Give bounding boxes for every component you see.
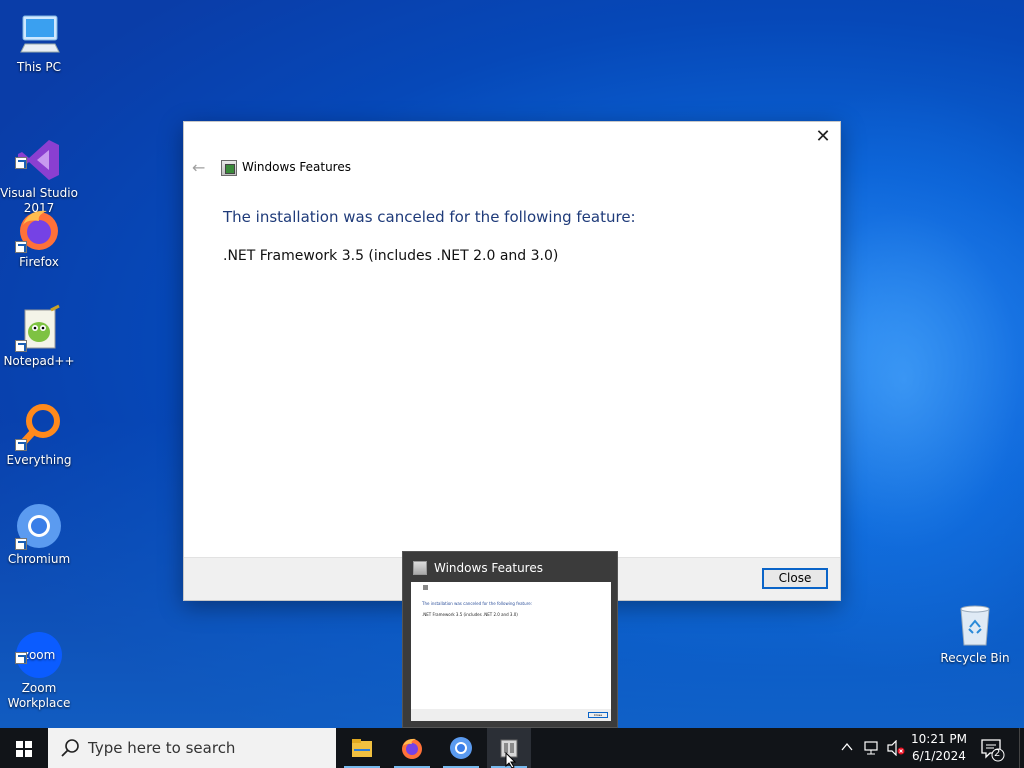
show-hidden-icons[interactable] <box>838 728 856 768</box>
preview-thumbnail: The installation was canceled for the fo… <box>411 593 611 721</box>
close-button[interactable]: Close <box>762 568 828 589</box>
mouse-cursor-icon <box>505 752 517 768</box>
desktop-icon-chromium[interactable]: Chromium <box>0 502 78 567</box>
taskbar-file-explorer[interactable] <box>340 728 384 768</box>
taskbar-chromium[interactable] <box>439 728 483 768</box>
notification-count: 2 <box>994 748 1001 759</box>
action-center-button[interactable]: 2 <box>978 736 1006 762</box>
windows-features-dialog: ✕ ← Windows Features The installation wa… <box>183 121 841 601</box>
desktop-icon-label: Firefox <box>19 255 59 269</box>
firefox-icon <box>15 205 63 253</box>
file-explorer-icon <box>352 739 372 757</box>
recycle-bin-icon <box>951 601 999 649</box>
system-clock[interactable]: 10:21 PM 6/1/2024 <box>904 731 974 765</box>
notepadpp-icon <box>15 304 63 352</box>
chromium-icon <box>15 502 63 550</box>
taskbar-thumbnail-preview[interactable]: Windows Features The installation was ca… <box>402 551 618 728</box>
desktop-icon-label: Recycle Bin <box>940 651 1010 665</box>
network-status[interactable] <box>860 728 882 768</box>
preview-title: Windows Features <box>434 561 543 575</box>
clock-date: 6/1/2024 <box>912 749 966 763</box>
windows-features-icon <box>413 561 427 575</box>
windows-logo-icon <box>16 741 32 757</box>
chromium-icon <box>450 737 472 759</box>
notification-icon <box>981 739 1005 762</box>
windows-features-icon <box>423 585 428 590</box>
desktop-icon-everything[interactable]: Everything <box>0 403 78 468</box>
dialog-heading: The installation was canceled for the fo… <box>223 208 636 226</box>
desktop-icon-label: Everything <box>6 453 72 467</box>
taskbar-firefox[interactable] <box>390 728 434 768</box>
shortcut-arrow-icon <box>15 652 27 664</box>
search-box[interactable]: Type here to search <box>48 728 336 768</box>
desktop-icon-notepadpp[interactable]: Notepad++ <box>0 304 78 369</box>
preview-titlebar-strip <box>411 582 611 593</box>
back-arrow-icon[interactable]: ← <box>192 158 205 177</box>
svg-text:zoom: zoom <box>23 648 56 662</box>
desktop-icon-recycle-bin[interactable]: Recycle Bin <box>936 601 1014 666</box>
shortcut-arrow-icon <box>15 340 27 352</box>
desktop-icon-this-pc[interactable]: This PC <box>0 10 78 75</box>
firefox-icon <box>402 738 422 759</box>
close-icon[interactable]: ✕ <box>814 128 832 146</box>
thumb-feature: .NET Framework 3.5 (includes .NET 2.0 an… <box>422 612 518 617</box>
windows-features-icon <box>221 160 237 176</box>
clock-time: 10:21 PM <box>911 732 967 746</box>
volume-control[interactable] <box>884 728 906 768</box>
shortcut-arrow-icon <box>15 157 27 169</box>
dialog-title: Windows Features <box>242 160 351 174</box>
desktop-icon-label: This PC <box>17 60 61 74</box>
thumb-heading: The installation was canceled for the fo… <box>422 601 533 606</box>
search-placeholder: Type here to search <box>88 739 236 757</box>
desktop-icon-firefox[interactable]: Firefox <box>0 205 78 270</box>
show-desktop-button[interactable] <box>1019 728 1024 768</box>
desktop-icon-zoom[interactable]: zoom Zoom Workplace <box>0 601 78 726</box>
desktop-icon-label: Zoom Workplace <box>7 681 71 710</box>
shortcut-arrow-icon <box>15 538 27 550</box>
shortcut-arrow-icon <box>15 439 27 451</box>
feature-name: .NET Framework 3.5 (includes .NET 2.0 an… <box>223 248 559 264</box>
thumb-footer: Close <box>411 709 611 721</box>
everything-search-icon <box>15 403 63 451</box>
speaker-muted-icon <box>887 740 905 756</box>
thumb-close-button: Close <box>588 712 608 718</box>
desktop-icon-label: Notepad++ <box>3 354 75 368</box>
network-icon <box>864 741 878 755</box>
shortcut-arrow-icon <box>15 241 27 253</box>
computer-icon <box>15 10 63 58</box>
visual-studio-icon <box>15 121 63 180</box>
search-icon <box>60 738 80 758</box>
zoom-icon: zoom <box>15 616 63 678</box>
desktop-icon-label: Chromium <box>7 552 71 566</box>
start-button[interactable] <box>0 728 48 768</box>
chevron-up-icon <box>841 742 853 751</box>
